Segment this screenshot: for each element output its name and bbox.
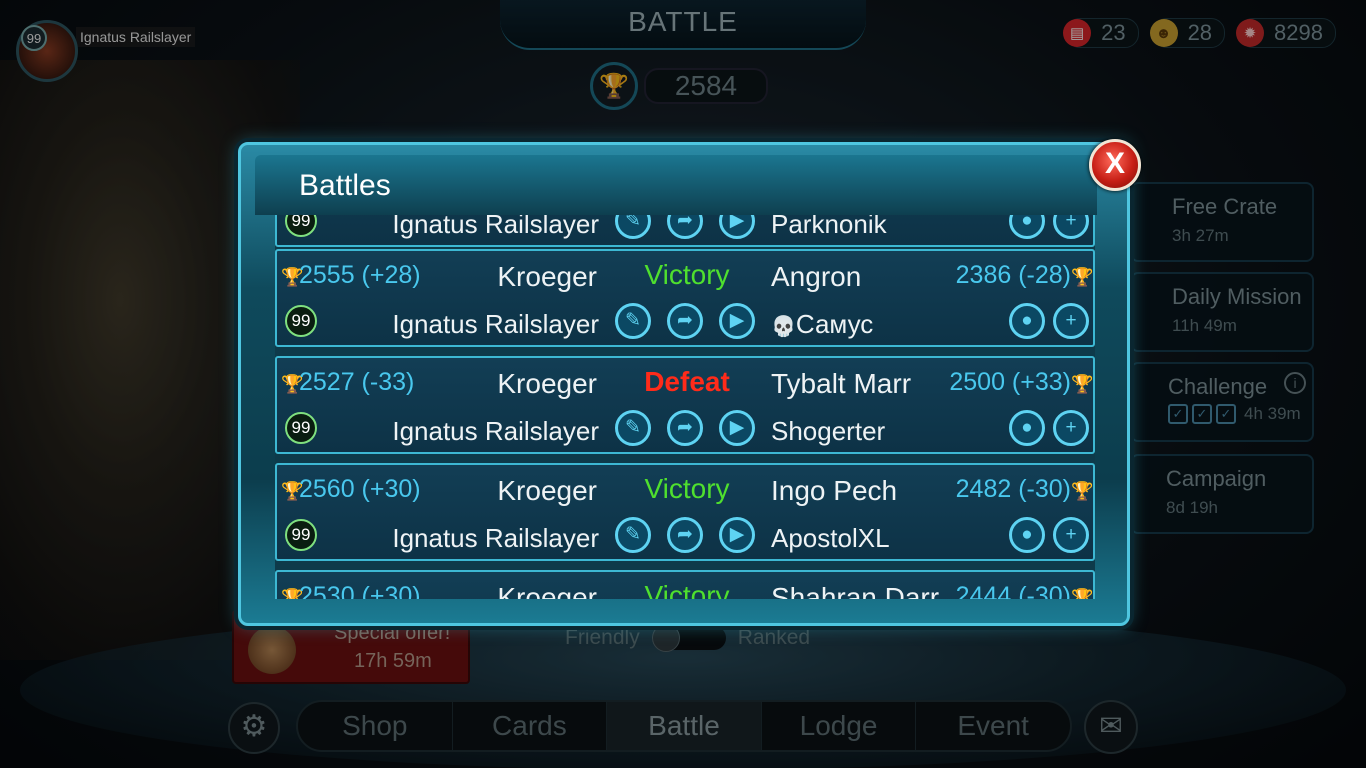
opponent-score-value: 2482 (-30) <box>955 475 1071 503</box>
my-hero-name: Kroeger <box>497 475 597 506</box>
pin-icon[interactable]: ✎ <box>615 303 651 339</box>
opponent-hero-name: Tybalt Marr <box>771 368 912 399</box>
trophy-icon: 🏆 <box>281 267 304 287</box>
opponent-score-value: 2444 (-30) <box>955 582 1071 599</box>
opponent-score: 2482 (-30)🏆 <box>955 475 1094 504</box>
share-icon[interactable]: ➦ <box>667 215 703 239</box>
my-score-value: 2560 (+30) <box>299 475 421 503</box>
pin-icon[interactable]: ✎ <box>615 215 651 239</box>
my-score: 🏆2530 (+30) <box>281 582 421 599</box>
opponent-score: 2386 (-28)🏆 <box>955 261 1094 290</box>
modal-title: Battles <box>299 169 391 202</box>
battle-row: 🏆2555 (+28) Kroeger Victory Angron 2386 … <box>275 249 1095 347</box>
battle-list[interactable]: 99 Ignatus Railslayer ✎ ➦ ▶ Parknonik ● … <box>275 215 1095 599</box>
my-score: 🏆2555 (+28) <box>281 261 421 290</box>
opponent-score-value: 2386 (-28) <box>955 261 1071 289</box>
level-badge: 99 <box>285 519 317 551</box>
profile-icon[interactable]: ● <box>1009 303 1045 339</box>
trophy-icon: 🏆 <box>1071 588 1094 599</box>
share-icon[interactable]: ➦ <box>667 410 703 446</box>
my-hero-name: Kroeger <box>497 261 597 292</box>
pin-icon[interactable]: ✎ <box>615 517 651 553</box>
trophy-icon: 🏆 <box>1071 481 1094 501</box>
profile-icon[interactable]: ● <box>1009 215 1045 239</box>
opponent-player: 💀Самус <box>771 309 873 340</box>
level-badge: 99 <box>285 305 317 337</box>
my-hero-name: Kroeger <box>497 368 597 399</box>
battle-row: 🏆2560 (+30) Kroeger Victory Ingo Pech 24… <box>275 463 1095 561</box>
level-badge: 99 <box>285 215 317 237</box>
replay-play-icon[interactable]: ▶ <box>719 303 755 339</box>
battle-result: Victory <box>644 580 730 599</box>
opponent-score: 2500 (+33)🏆 <box>949 368 1094 397</box>
share-icon[interactable]: ➦ <box>667 303 703 339</box>
trophy-icon: 🏆 <box>281 374 304 394</box>
my-score-value: 2555 (+28) <box>299 261 421 289</box>
my-score-value: 2530 (+30) <box>299 582 421 599</box>
replay-play-icon[interactable]: ▶ <box>719 410 755 446</box>
pin-icon[interactable]: ✎ <box>615 410 651 446</box>
trophy-icon: 🏆 <box>1071 267 1094 287</box>
modal-header: Battles <box>255 155 1097 215</box>
opponent-score: 2444 (-30)🏆 <box>955 582 1094 599</box>
my-player-name: Ignatus Railslayer <box>392 523 599 553</box>
share-icon[interactable]: ➦ <box>667 517 703 553</box>
replay-play-icon[interactable]: ▶ <box>719 517 755 553</box>
close-button[interactable]: X <box>1089 139 1141 191</box>
replay-play-icon[interactable]: ▶ <box>719 215 755 239</box>
skull-icon: 💀 <box>771 316 796 338</box>
opponent-score-value: 2500 (+33) <box>949 368 1071 396</box>
opponent-player-name: Самус <box>795 309 874 339</box>
add-friend-icon[interactable]: + <box>1053 517 1089 553</box>
opponent-player-name: Parknonik <box>771 215 887 239</box>
battle-row: 🏆2527 (-33) Kroeger Defeat Tybalt Marr 2… <box>275 356 1095 454</box>
trophy-icon: 🏆 <box>281 588 304 599</box>
my-player-name: Ignatus Railslayer <box>392 416 599 446</box>
opponent-hero-name: Angron <box>771 261 862 292</box>
battle-result: Victory <box>644 259 730 290</box>
battle-result: Victory <box>644 473 730 504</box>
add-friend-icon[interactable]: + <box>1053 410 1089 446</box>
add-friend-icon[interactable]: + <box>1053 215 1089 239</box>
battle-row: 🏆2530 (+30) Kroeger Victory Shahran Darr… <box>275 570 1095 599</box>
opponent-player-name: Shogerter <box>771 416 886 446</box>
add-friend-icon[interactable]: + <box>1053 303 1089 339</box>
my-player-name: Ignatus Railslayer <box>392 215 599 239</box>
opponent-hero-name: Ingo Pech <box>771 475 898 506</box>
my-hero-name: Kroeger <box>497 582 597 599</box>
profile-icon[interactable]: ● <box>1009 410 1045 446</box>
opponent-player-name: ApostolXL <box>771 523 890 553</box>
my-player-name: Ignatus Railslayer <box>392 309 599 339</box>
my-score: 🏆2560 (+30) <box>281 475 421 504</box>
trophy-icon: 🏆 <box>1071 374 1094 394</box>
opponent-hero-name: Shahran Darr <box>771 582 940 599</box>
battles-modal: Battles X 99 Ignatus Railslayer ✎ ➦ ▶ Pa… <box>238 139 1141 626</box>
battle-row: 99 Ignatus Railslayer ✎ ➦ ▶ Parknonik ● … <box>275 215 1095 247</box>
battle-result: Defeat <box>644 366 730 397</box>
level-badge: 99 <box>285 412 317 444</box>
my-score-value: 2527 (-33) <box>299 368 415 396</box>
profile-icon[interactable]: ● <box>1009 517 1045 553</box>
trophy-icon: 🏆 <box>281 481 304 501</box>
my-score: 🏆2527 (-33) <box>281 368 414 397</box>
